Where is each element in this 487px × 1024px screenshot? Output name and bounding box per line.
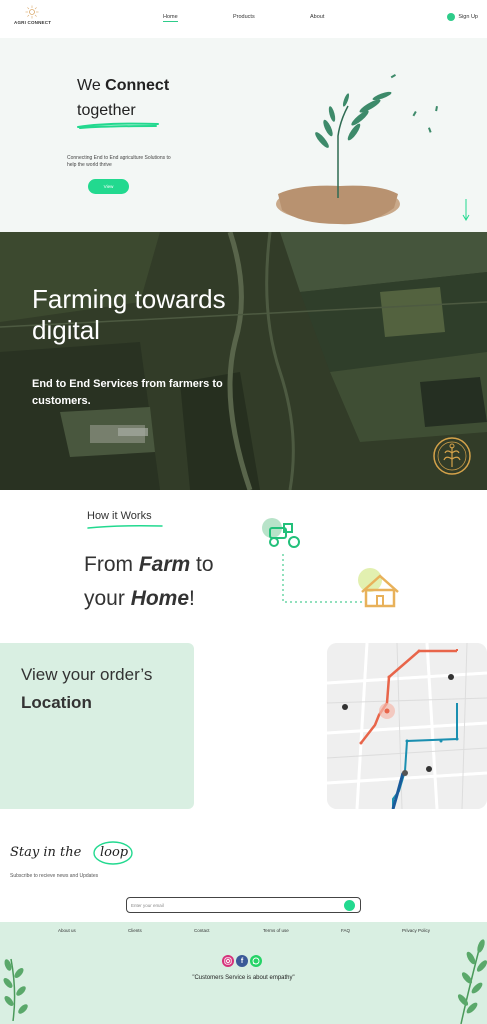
page: AGRI CONNECT Home Products About Sign Up…	[0, 0, 487, 1024]
footer-link-privacy[interactable]: Privacy Policy	[402, 928, 430, 933]
top-nav: AGRI CONNECT Home Products About Sign Up	[0, 0, 487, 38]
nav-about-link[interactable]: About	[310, 14, 324, 20]
farming-banner: Farming towards digital End to End Servi…	[0, 232, 487, 490]
farm-to-home-illustration	[262, 518, 399, 608]
facebook-icon[interactable]: f	[236, 955, 248, 967]
view-button[interactable]: View	[88, 179, 129, 194]
signup-label: Sign Up	[458, 14, 478, 20]
footer-link-contact[interactable]: Contact	[194, 928, 210, 933]
nav-products-link[interactable]: Products	[233, 14, 255, 20]
whatsapp-icon[interactable]	[250, 955, 262, 967]
footer-link-faq[interactable]: FAQ	[341, 928, 350, 933]
leaf-decoration-icon	[457, 939, 487, 1024]
user-icon	[447, 13, 456, 21]
footer-link-terms[interactable]: Terms of use	[263, 928, 289, 933]
brand-logo[interactable]: AGRI CONNECT	[14, 5, 52, 25]
aerial-farmland-image	[0, 232, 487, 490]
order-location-card: View your order’s Location	[0, 643, 194, 809]
brand-name: AGRI CONNECT	[14, 20, 52, 25]
brush-underline	[87, 525, 163, 529]
route-map-image	[327, 643, 487, 809]
hero-section: We Connect together Connecting End to En…	[0, 38, 487, 232]
how-it-works-heading: From Farm to your Home!	[84, 553, 214, 610]
hero-heading-line1: We Connect	[77, 77, 170, 94]
instagram-icon[interactable]	[222, 955, 234, 967]
leaf-decoration-icon	[3, 958, 28, 1021]
footer: About us Clients Contact Terms of use FA…	[0, 922, 487, 1024]
farming-title: Farming towards digital	[32, 284, 226, 345]
organic-seal-icon	[433, 437, 471, 475]
farming-subtitle: End to End Services from farmers to cust…	[32, 378, 223, 407]
footer-quote: "Customers Service is about empathy"	[192, 975, 295, 981]
location-heading-line1: View your order’s	[21, 665, 153, 684]
signup-button[interactable]: Sign Up	[447, 13, 478, 21]
email-input[interactable]	[131, 900, 331, 910]
subscribe-button[interactable]	[344, 900, 355, 911]
footer-link-about[interactable]: About us	[58, 928, 76, 933]
brush-underline	[77, 122, 159, 129]
plant-soil-illustration	[276, 74, 438, 225]
newsletter-title: Stay in the	[10, 845, 82, 860]
social-links: f	[222, 955, 262, 967]
hero-description: Connecting End to End agriculture Soluti…	[67, 155, 171, 168]
scroll-down-arrow-icon[interactable]	[462, 198, 470, 222]
footer-link-clients[interactable]: Clients	[128, 928, 142, 933]
how-it-works-label: How it Works	[87, 510, 152, 522]
newsletter-description: Subscribe to recieve news and Updates	[10, 873, 99, 879]
email-subscribe-field	[126, 897, 361, 913]
sun-logo-icon	[25, 5, 39, 19]
order-map[interactable]	[327, 643, 487, 809]
nav-home-link[interactable]: Home	[163, 14, 178, 22]
location-heading-line2: Location	[21, 693, 92, 712]
hero-heading-line2: together	[77, 102, 136, 119]
